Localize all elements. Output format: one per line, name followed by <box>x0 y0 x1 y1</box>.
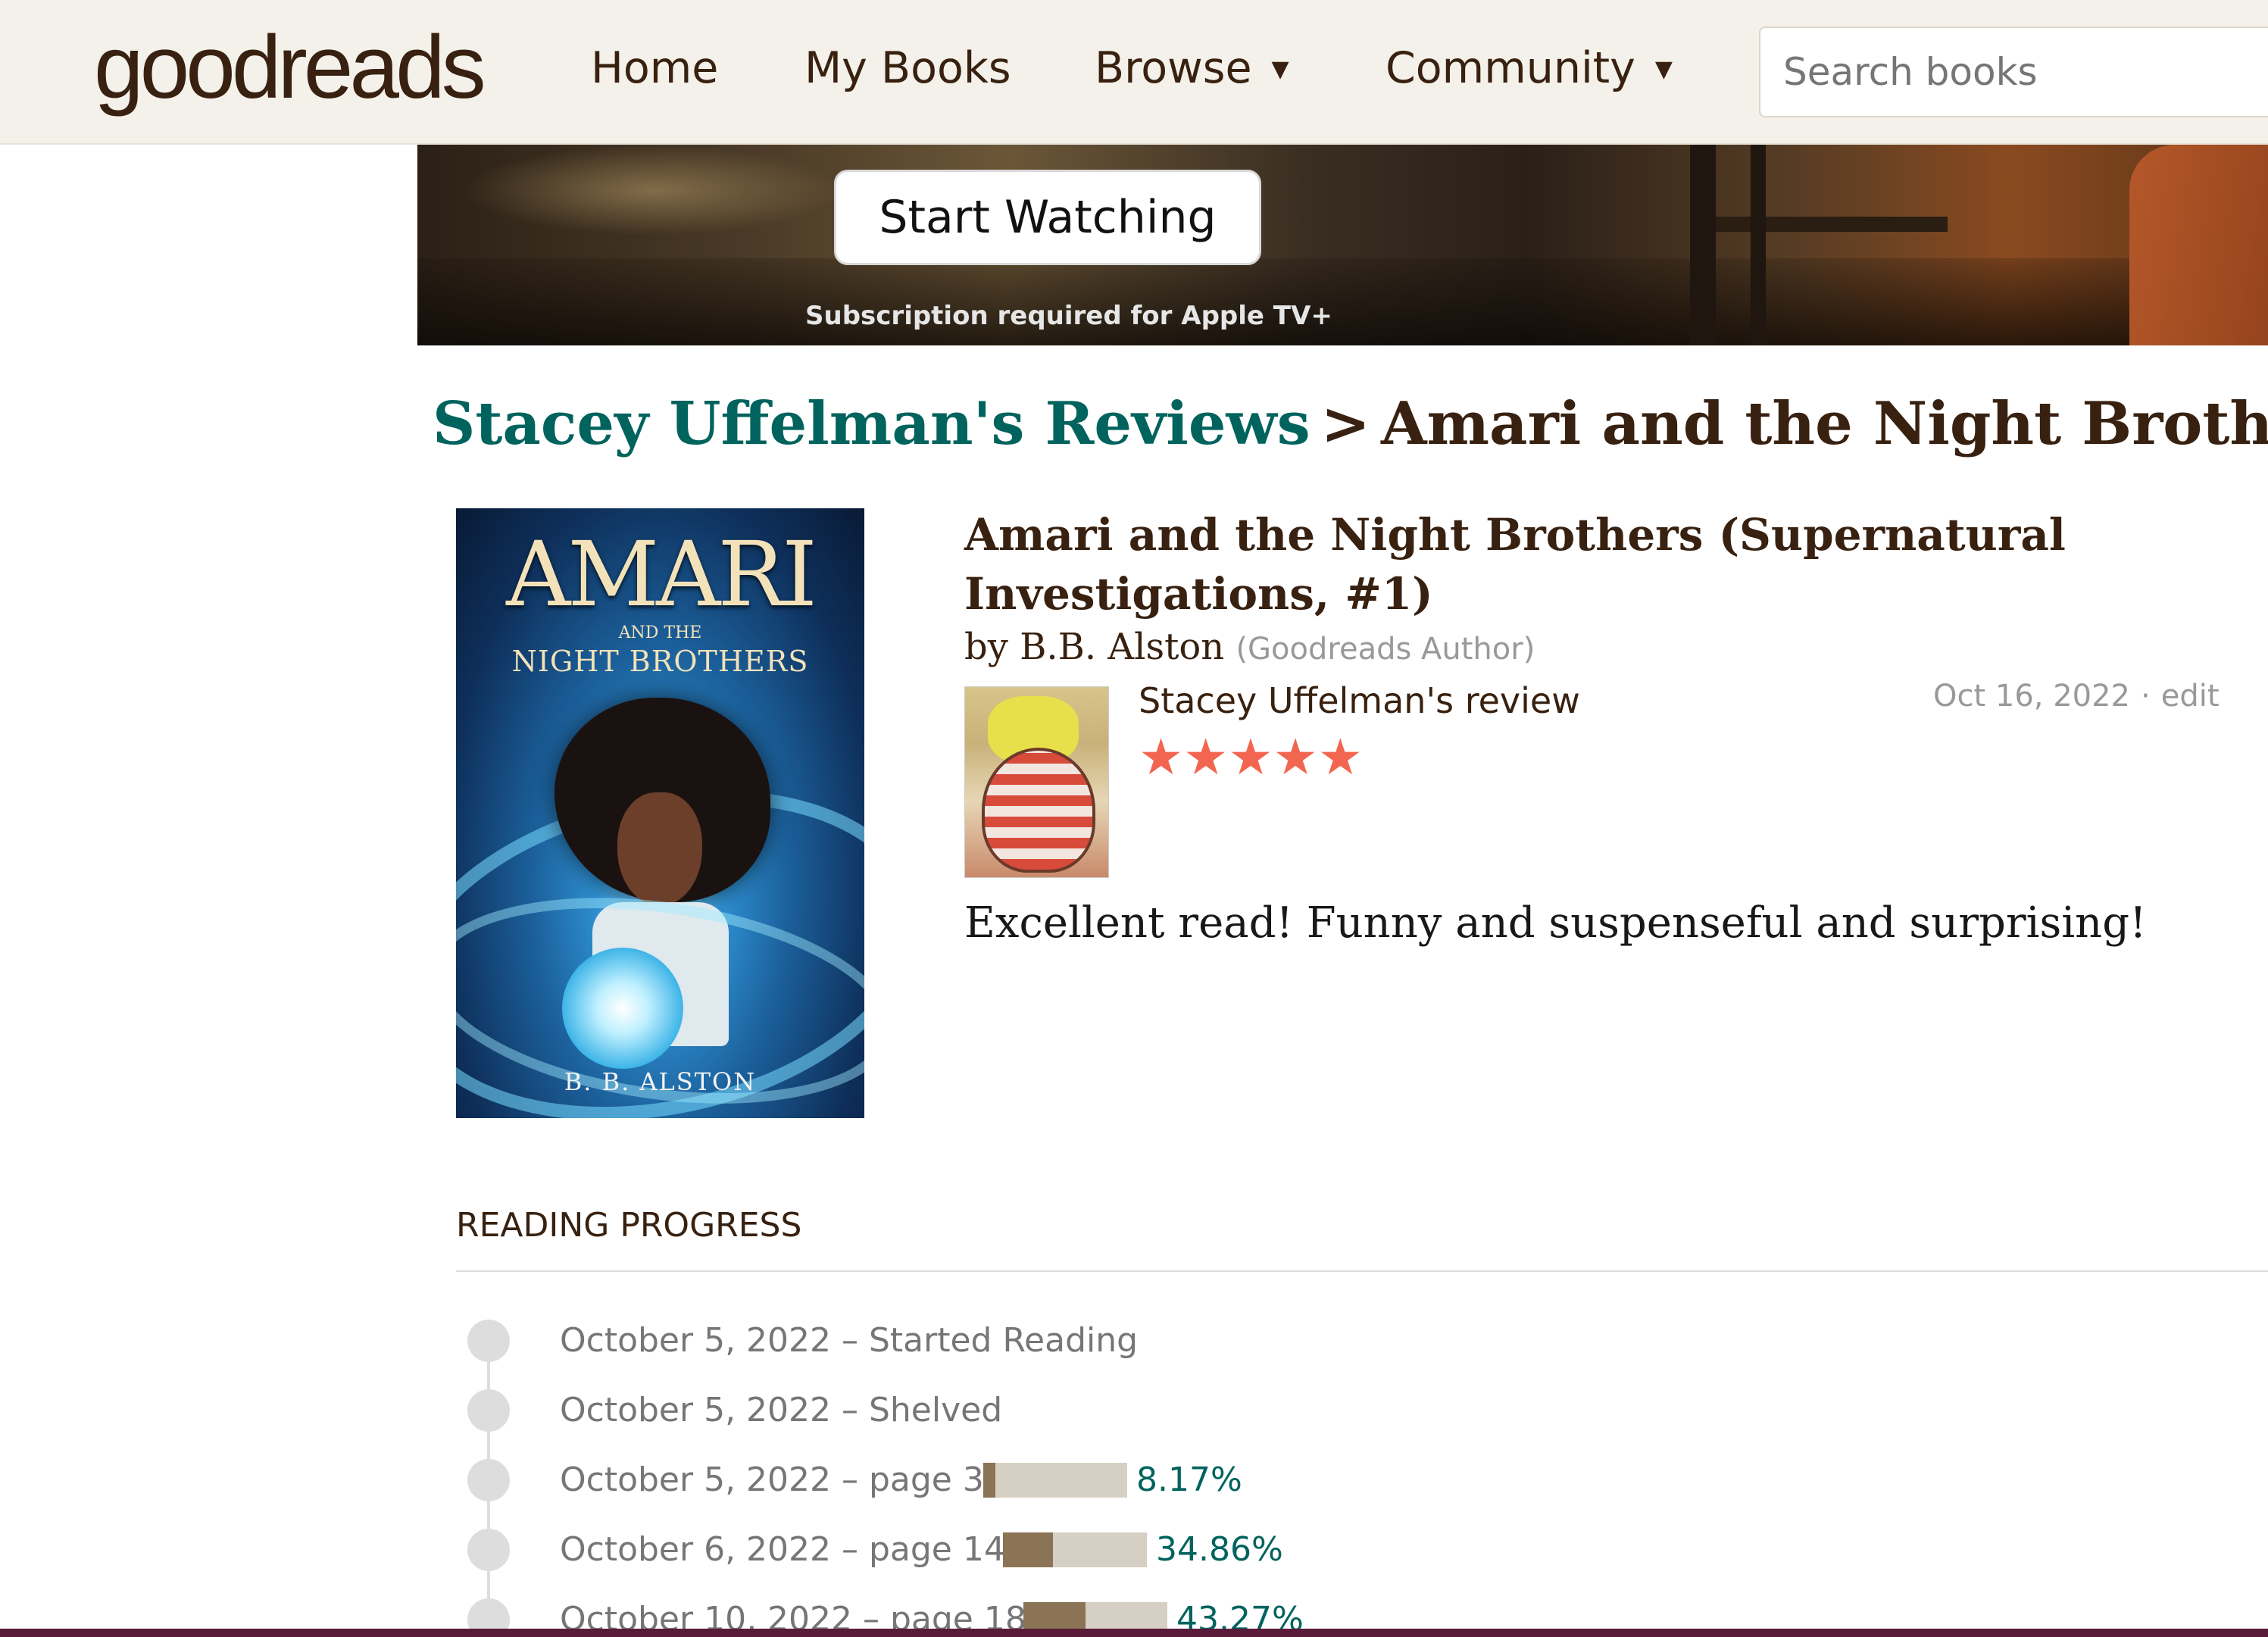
progress-bar <box>1003 1532 1147 1567</box>
star-icon: ★ <box>1228 728 1273 786</box>
review-date[interactable]: Oct 16, 2022 <box>1933 679 2130 714</box>
banner-scene-light <box>463 145 842 236</box>
banner-scene-table <box>1705 217 1948 232</box>
progress-entry-text: October 6, 2022 – page 145 <box>560 1530 1026 1569</box>
breadcrumb-separator: > <box>1320 389 1370 458</box>
avatar-art-figure <box>982 748 1095 873</box>
goodreads-logo[interactable]: goodreads <box>94 14 486 120</box>
search-input[interactable] <box>1783 45 2268 99</box>
edit-review-link[interactable]: edit <box>2161 679 2220 714</box>
progress-percent: 34.86% <box>1156 1530 1283 1569</box>
by-prefix: by <box>964 626 1008 668</box>
cover-author: B. B. ALSTON <box>564 1067 757 1096</box>
reviewer-avatar[interactable] <box>964 686 1109 878</box>
cover-orb <box>562 948 683 1069</box>
promo-banner[interactable]: Start Watching Subscription required for… <box>417 145 2268 345</box>
nav-my-books[interactable]: My Books <box>804 38 1011 98</box>
author-link[interactable]: B.B. Alston <box>1020 626 1224 668</box>
star-rating: ★★★★★ <box>1139 727 1363 788</box>
timeline-dot <box>467 1459 510 1501</box>
progress-bar-fill <box>983 1463 995 1498</box>
timeline-dot <box>467 1389 510 1432</box>
section-divider <box>456 1270 2268 1272</box>
progress-entry-text: October 5, 2022 – Started Reading <box>560 1321 1139 1360</box>
search-box[interactable] <box>1759 27 2268 117</box>
star-icon: ★ <box>1273 728 1318 786</box>
author-role: (Goodreads Author) <box>1236 632 1535 667</box>
site-header: goodreads Home My Books Browse ▼ Communit… <box>0 0 2268 145</box>
nav-my-books-label: My Books <box>804 43 1011 93</box>
subscription-note: Subscription required for Apple TV+ <box>805 301 1332 331</box>
nav-community-label: Community <box>1385 43 1635 93</box>
logo-part-good: good <box>94 17 282 117</box>
nav-community[interactable]: Community ▼ <box>1385 38 1673 106</box>
progress-bar-fill <box>1003 1532 1053 1567</box>
star-icon: ★ <box>1317 728 1363 786</box>
review-meta: Oct 16, 2022 · edit <box>1933 679 2220 714</box>
community-caret-icon: ▼ <box>1654 56 1673 83</box>
breadcrumb-current: Amari and the Night Brothers <box>1380 389 2268 458</box>
banner-scene-chair <box>1751 145 1766 345</box>
cover-subtitle: NIGHT BROTHERS <box>511 645 809 678</box>
book-cover[interactable]: AMARI AND THE NIGHT BROTHERS B. B. ALSTO… <box>456 508 864 1118</box>
banner-scene-floor <box>417 258 2268 345</box>
breadcrumb: Stacey Uffelman's Reviews > Amari and the … <box>433 386 2268 462</box>
banner-scene-figure <box>2129 145 2268 345</box>
progress-entry-text: October 5, 2022 – Shelved <box>560 1391 1003 1429</box>
star-icon: ★ <box>1139 728 1184 786</box>
cover-small-line: AND THE <box>618 623 702 642</box>
timeline-dot <box>467 1320 510 1362</box>
nav-home-label: Home <box>591 43 719 93</box>
book-title-link[interactable]: Amari and the Night Brothers (Supernatur… <box>964 505 2252 623</box>
banner-scene-chair <box>1690 145 1716 345</box>
reading-progress-heading: READING PROGRESS <box>456 1206 802 1245</box>
meta-separator: · <box>2141 679 2151 714</box>
nav-browse-label: Browse <box>1095 43 1252 93</box>
cover-title: AMARI <box>506 522 817 626</box>
review-body: Excellent read! Funny and suspenseful an… <box>964 898 2147 948</box>
nav-browse[interactable]: Browse ▼ <box>1095 38 1289 106</box>
reviewer-link[interactable]: Stacey Uffelman's review <box>1139 680 1580 721</box>
bottom-edge-strip <box>0 1629 2268 1637</box>
cover-figure-face <box>617 792 702 906</box>
timeline-dot <box>467 1529 510 1571</box>
logo-part-reads: reads <box>277 17 486 117</box>
browse-caret-icon: ▼ <box>1271 56 1289 83</box>
progress-percent: 8.17% <box>1136 1460 1242 1499</box>
star-icon: ★ <box>1183 728 1229 786</box>
breadcrumb-reviews-link[interactable]: Stacey Uffelman's Reviews <box>433 389 1311 458</box>
nav-home[interactable]: Home <box>591 38 718 98</box>
book-byline: by B.B. Alston (Goodreads Author) <box>964 626 1535 668</box>
progress-entry-text: October 5, 2022 – page 34 <box>560 1460 1005 1499</box>
progress-bar <box>983 1463 1127 1498</box>
start-watching-button[interactable]: Start Watching <box>834 170 1261 265</box>
